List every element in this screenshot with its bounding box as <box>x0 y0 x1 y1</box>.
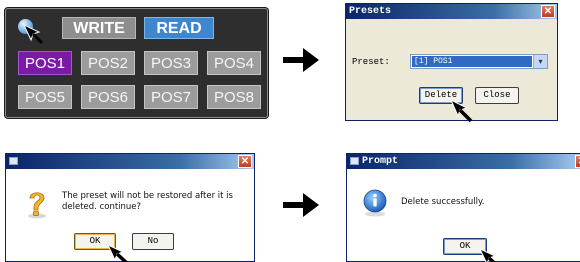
no-button[interactable]: No <box>132 233 174 250</box>
presets-title-bar: Presets ✕ <box>346 4 557 19</box>
close-icon[interactable]: ✕ <box>541 5 555 18</box>
preset-pos3-button[interactable]: POS3 <box>144 51 198 75</box>
dialog-title: Presets <box>349 6 392 17</box>
preset-controller-panel: WRITE READ POS1 POS2 POS3 POS4 POS5 POS6… <box>5 8 268 118</box>
preset-pos7-button[interactable]: POS7 <box>144 85 198 109</box>
prompt-title-bar: Prompt ✕ <box>347 154 580 169</box>
cursor-pointer-icon <box>449 98 473 123</box>
arrow-right-icon <box>283 48 319 72</box>
chevron-down-icon[interactable]: ▾ <box>533 55 547 68</box>
preset-pos4-button[interactable]: POS4 <box>207 51 261 75</box>
cursor-pointer-icon <box>478 247 497 262</box>
app-icon <box>9 157 18 165</box>
close-icon[interactable]: ✕ <box>575 155 580 168</box>
close-icon[interactable]: ✕ <box>238 155 252 168</box>
arrow-right-icon <box>283 193 319 217</box>
cursor-pointer-icon <box>22 23 44 45</box>
preset-select[interactable]: [1] POS1 ▾ <box>410 54 548 69</box>
confirm-dialog: ✕ The preset will not be restored after … <box>5 153 255 262</box>
close-button[interactable]: Close <box>475 87 519 104</box>
confirm-title-bar: ✕ <box>6 154 254 169</box>
prompt-dialog: Prompt ✕ Delete successfully. OK <box>346 153 580 262</box>
write-button[interactable]: WRITE <box>62 17 136 39</box>
preset-pos6-button[interactable]: POS6 <box>81 85 135 109</box>
info-icon <box>363 189 387 217</box>
preset-pos1-button[interactable]: POS1 <box>18 51 72 75</box>
app-icon <box>350 157 359 165</box>
cursor-pointer-icon <box>106 243 129 262</box>
question-mark-icon <box>28 192 46 219</box>
preset-pos5-button[interactable]: POS5 <box>18 85 72 109</box>
preset-pos2-button[interactable]: POS2 <box>81 51 135 75</box>
prompt-message: Delete successfully. <box>401 197 485 207</box>
confirm-message: The preset will not be restored after it… <box>62 191 233 212</box>
preset-pos8-button[interactable]: POS8 <box>207 85 261 109</box>
read-button[interactable]: READ <box>144 17 214 39</box>
preset-label: Preset: <box>352 57 390 67</box>
preset-selected-value: [1] POS1 <box>412 56 532 67</box>
presets-dialog: Presets ✕ Preset: [1] POS1 ▾ Delete Clos… <box>345 3 558 123</box>
